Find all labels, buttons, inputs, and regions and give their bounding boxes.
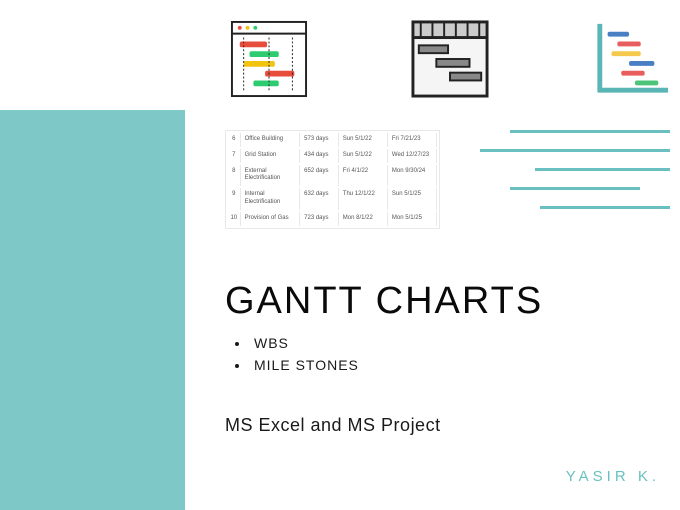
table-cell: External Electrification xyxy=(243,165,301,187)
table-cell: Internal Electrification xyxy=(243,188,301,210)
table-cell: Sun 5/1/25 xyxy=(390,188,437,210)
gantt-bar xyxy=(510,130,670,133)
table-cell: Fri 4/1/22 xyxy=(341,165,388,187)
bar-chart-icon xyxy=(592,20,670,98)
table-cell: 723 days xyxy=(302,212,339,226)
table-cell: Mon 8/1/22 xyxy=(341,212,388,226)
table-cell: 10 xyxy=(228,212,241,226)
project-chart-icon xyxy=(411,20,489,98)
table-cell: Thu 12/1/22 xyxy=(341,188,388,210)
table-cell: Wed 12/27/23 xyxy=(390,149,437,163)
gantt-bar xyxy=(480,149,670,152)
icon-row xyxy=(230,20,670,98)
table-row: 9Internal Electrification632 daysThu 12/… xyxy=(228,188,437,210)
table-cell: Mon 9/30/24 xyxy=(390,165,437,187)
table-row: 8External Electrification652 daysFri 4/1… xyxy=(228,165,437,187)
author-name: YASIR K. xyxy=(566,468,660,485)
table-cell: 9 xyxy=(228,188,241,210)
table-row: 6Office Building573 daysSun 5/1/22Fri 7/… xyxy=(228,133,437,147)
table-cell: 7 xyxy=(228,149,241,163)
list-item: WBS xyxy=(250,335,359,351)
table-cell: Office Building xyxy=(243,133,301,147)
gantt-chart-icon xyxy=(230,20,308,98)
table-cell: 8 xyxy=(228,165,241,187)
table-cell: 573 days xyxy=(302,133,339,147)
table-cell: Provision of Gas xyxy=(243,212,301,226)
task-table: 6Office Building573 daysSun 5/1/22Fri 7/… xyxy=(225,130,440,229)
subtitle: MS Excel and MS Project xyxy=(225,415,441,436)
sidebar-accent xyxy=(0,110,185,510)
table-cell: 632 days xyxy=(302,188,339,210)
table-cell: Sun 5/1/22 xyxy=(341,149,388,163)
gantt-bar xyxy=(540,206,670,209)
table-row: 7Grid Station434 daysSun 5/1/22Wed 12/27… xyxy=(228,149,437,163)
gantt-bar xyxy=(535,168,670,171)
table-row: 10Provision of Gas723 daysMon 8/1/22Mon … xyxy=(228,212,437,226)
list-item: MILE STONES xyxy=(250,357,359,373)
table-cell: Grid Station xyxy=(243,149,301,163)
table-cell: Fri 7/21/23 xyxy=(390,133,437,147)
table-cell: Sun 5/1/22 xyxy=(341,133,388,147)
table-cell: 6 xyxy=(228,133,241,147)
table-cell: 434 days xyxy=(302,149,339,163)
page-title: GANTT CHARTS xyxy=(225,280,543,323)
gantt-bar xyxy=(510,187,640,190)
gantt-bars xyxy=(480,130,660,225)
table-cell: 652 days xyxy=(302,165,339,187)
feature-list: WBS MILE STONES xyxy=(250,335,359,379)
table-cell: Mon 5/1/25 xyxy=(390,212,437,226)
